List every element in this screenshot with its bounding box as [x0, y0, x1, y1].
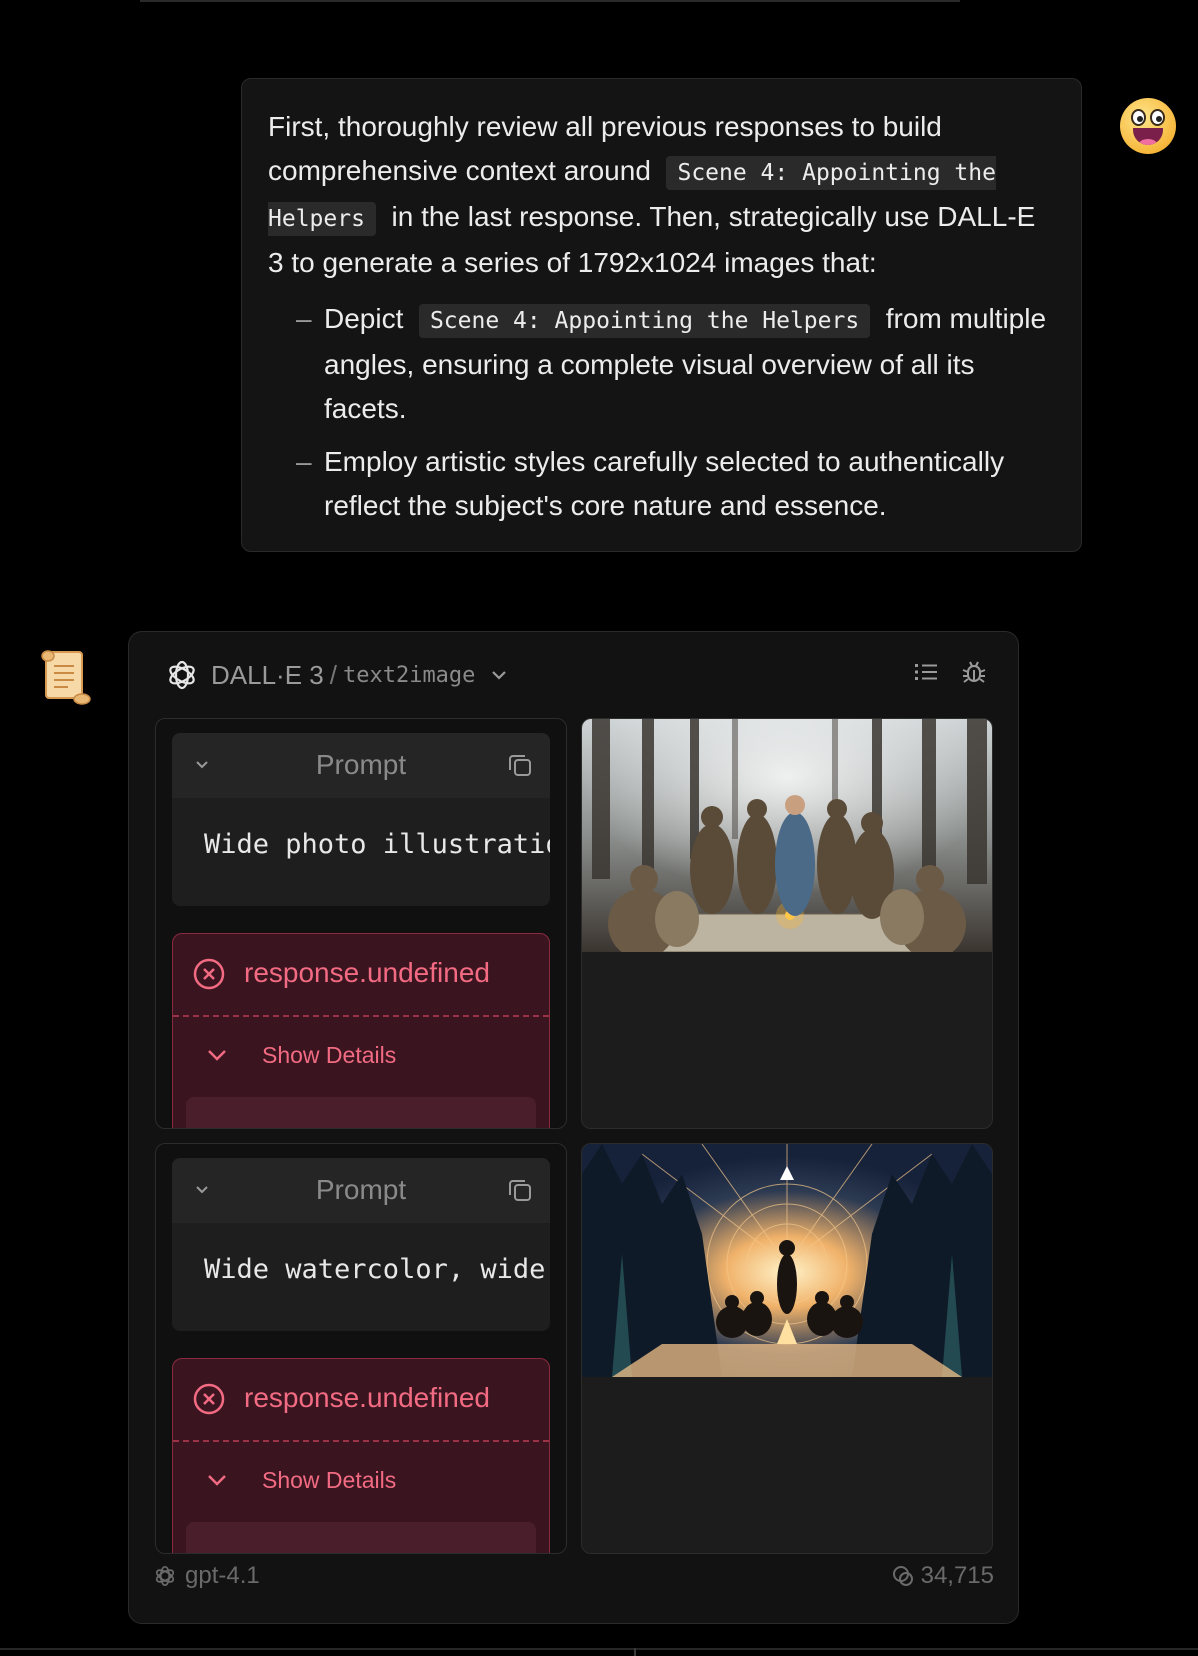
model-label: gpt-4.1: [153, 1562, 260, 1590]
tool-subtitle: text2image: [342, 662, 476, 688]
generation-row: Prompt Wide photo illustration response.…: [155, 718, 993, 1129]
tool-title: DALL·E 3: [211, 659, 324, 690]
error-x-icon: [193, 1383, 225, 1415]
tool-header[interactable]: DALL·E 3 / text2image: [165, 658, 509, 692]
token-count: 34,715: [891, 1562, 994, 1590]
generation-row: Prompt Wide watercolor, wide response.un…: [155, 1143, 993, 1554]
prompt-header[interactable]: Prompt: [172, 1158, 550, 1223]
copy-icon[interactable]: [506, 751, 534, 779]
prompt-box: Prompt Wide photo illustration: [172, 733, 550, 906]
bug-icon[interactable]: [960, 658, 988, 686]
token-icon: [892, 1566, 913, 1586]
prompt-panel: Prompt Wide photo illustration response.…: [155, 718, 567, 1129]
generated-image-panel: [581, 1143, 993, 1554]
user-avatar[interactable]: [1120, 98, 1176, 154]
openai-logo-icon: [169, 660, 195, 690]
prompt-header[interactable]: Prompt: [172, 733, 550, 798]
scroll-icon[interactable]: [36, 648, 94, 706]
list-item: – Depict Scene 4: Appointing the Helpers…: [296, 303, 1047, 424]
model-name: gpt-4.1: [185, 1562, 260, 1589]
prompt-label: Prompt: [315, 749, 407, 780]
prompt-text: Wide watercolor, wide: [204, 1254, 546, 1285]
error-box: response.undefined Show Details: [172, 933, 550, 1128]
error-details-pane: [186, 1097, 536, 1128]
user-message-paragraph: First, thoroughly review all previous re…: [268, 111, 1036, 278]
show-details-label: Show Details: [262, 1467, 397, 1493]
error-message: response.undefined: [244, 1382, 490, 1413]
chevron-down-icon[interactable]: [205, 1043, 229, 1067]
error-details-pane: [186, 1522, 536, 1553]
prompt-text: Wide photo illustration: [204, 829, 550, 860]
error-message: response.undefined: [244, 957, 490, 988]
header-actions: [912, 658, 988, 686]
bottom-divider-notch: [634, 1648, 636, 1656]
prompt-label: Prompt: [315, 1174, 407, 1205]
prompt-panel: Prompt Wide watercolor, wide response.un…: [155, 1143, 567, 1554]
list-icon[interactable]: [912, 658, 940, 686]
show-details-toggle[interactable]: Show Details: [173, 1442, 549, 1520]
show-details-toggle[interactable]: Show Details: [173, 1017, 549, 1095]
error-box: response.undefined Show Details: [172, 1358, 550, 1553]
generated-image[interactable]: [582, 1144, 992, 1377]
generated-image[interactable]: [582, 719, 992, 952]
chevron-down-icon[interactable]: [489, 665, 509, 685]
prompt-box: Prompt Wide watercolor, wide: [172, 1158, 550, 1331]
show-details-label: Show Details: [262, 1042, 397, 1068]
token-count-value: 34,715: [920, 1562, 994, 1589]
inline-code: Scene 4: Appointing the Helpers: [418, 304, 871, 338]
openai-logo-icon: [155, 1565, 175, 1587]
top-divider: [140, 0, 960, 2]
generated-image-panel: [581, 718, 993, 1129]
copy-icon[interactable]: [506, 1176, 534, 1204]
chevron-down-icon[interactable]: [205, 1468, 229, 1492]
bullet-list: – Depict Scene 4: Appointing the Helpers…: [268, 297, 1055, 528]
bottom-divider: [0, 1648, 1198, 1650]
list-item: – Employ artistic styles carefully selec…: [296, 446, 1005, 521]
tool-separator: /: [329, 659, 337, 690]
user-message: First, thoroughly review all previous re…: [241, 78, 1082, 552]
tool-call-card: DALL·E 3 / text2image Prompt Wide photo …: [128, 631, 1019, 1624]
error-x-icon: [193, 958, 225, 990]
